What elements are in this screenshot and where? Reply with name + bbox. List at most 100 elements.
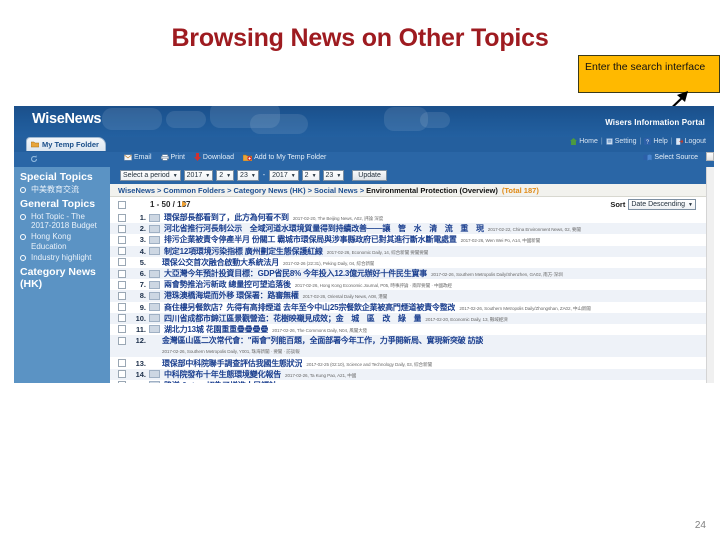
from-year-select[interactable]: 2017 ▼ [183,170,214,181]
nav-link-help[interactable]: ? Help [644,138,668,145]
nav-link-logout[interactable]: Logout [675,138,706,145]
from-month-select[interactable]: 2 ▼ [216,170,235,181]
breadcrumb-item-2[interactable]: Category News (HK) [233,186,305,195]
row-checkbox[interactable] [118,303,126,312]
row-title[interactable]: 河北省推行河長制公示 全域河道水環境質量得到持續改善——讓 管 水 清 流 重 … [164,223,484,234]
row-meta: 2017-02-25 (02:10), Science and Technolo… [306,361,432,367]
article-thumb-icon [149,360,158,366]
vertical-scrollbar[interactable] [706,167,714,383]
to-day-select[interactable]: 23 ▼ [322,170,345,181]
table-row[interactable]: 10. 四川省成都市錦江區景觀營造：花樹映襯見成效；金 城 區 改 綠 量 2017… [110,312,706,324]
home-icon [570,138,578,145]
table-row[interactable]: 7. 兩會勢推治污新政 總量控可望追落後 2017-02-26, Hong Kong… [110,279,706,290]
select-source-button[interactable]: Select Source [643,154,698,161]
action-add-to-temp-folder[interactable]: Add to My Temp Folder [243,154,326,161]
sort-select[interactable]: Date Descending ▼ [628,199,696,210]
table-row[interactable]: 9. 商住樓另餐飲店？先得有高排煙道 去年至今中山25宗餐飲企業被高門煙道被責令整… [110,302,706,313]
row-checkbox[interactable] [118,224,126,233]
row-title[interactable]: 制定12項環境污染指標 廣州劃定生態保護紅線 [164,246,323,257]
row-title[interactable]: 商住樓另餐飲店？先得有高排煙道 去年至今中山25宗餐飲企業被高門煙道被責令整改 [164,302,455,313]
row-checkbox[interactable] [118,291,126,300]
chevron-down-icon: ▼ [336,172,342,179]
my-temp-folder-tab[interactable]: My Temp Folder [26,137,106,151]
row-title[interactable]: 路洋 &gt; 一切為了增進人民福祉 [164,380,277,383]
row-checkbox[interactable] [118,247,126,256]
to-year-select[interactable]: 2017 ▼ [269,170,299,181]
wisenews-logo[interactable]: WiseNews [32,111,102,127]
article-thumb-icon [149,269,160,278]
row-checkbox[interactable] [118,359,126,368]
table-row[interactable]: 2. 河北省推行河長制公示 全域河道水環境質量得到持續改善——讓 管 水 清 流 … [110,223,706,235]
row-title[interactable]: 大亞灣今年預計投資目標：GDP省民8% 今年投入12.3億元辦好十件民生實事 [164,268,427,279]
nav-link-setting[interactable]: Setting [605,138,637,145]
row-checkbox[interactable] [118,269,126,278]
breadcrumb-current: Environmental Protection (Overview) [366,185,498,195]
period-preset-select[interactable]: Select a period ▼ [120,170,181,181]
table-row[interactable]: 8. 港珠澳橋海堤而外移 環保署：路審無權 2017-02-26, Oriental… [110,290,706,302]
row-checkbox[interactable] [118,213,126,222]
row-checkbox[interactable] [118,336,126,345]
from-day-select[interactable]: 23 ▼ [237,170,259,181]
action-email[interactable]: Email [124,154,152,161]
from-month-value: 2 [219,172,224,179]
table-row[interactable]: 6. 大亞灣今年預計投資目標：GDP省民8% 今年投入12.3億元辦好十件民生實事… [110,267,706,280]
row-title[interactable]: 環保部長都看到了，此方為何看不到 [164,212,289,223]
row-title[interactable]: 中科院發布十年生態環境變化報告 [164,369,281,380]
sidebar-item-general-0[interactable]: Hot Topic - The 2017-2018 Budget [20,212,105,231]
table-row[interactable]: 14. 中科院發布十年生態環境變化報告 2017-02-26, Ta Kung Pa… [110,368,706,380]
bullet-icon [20,213,26,220]
update-button[interactable]: Update [352,170,387,181]
row-number: 9. [139,302,146,312]
row-checkbox[interactable] [118,325,126,334]
my-temp-folder-label: My Temp Folder [42,140,99,149]
row-checkbox[interactable] [118,314,126,323]
action-download[interactable]: Download [193,153,234,161]
table-row[interactable]: 12. 金灣區山區二次常代會："兩會"列能百題，全面部署今年工作，力爭開新局、實現… [110,335,706,347]
row-title[interactable]: 港珠澳橋海堤而外移 環保署：路審無權 [164,290,299,301]
next-page-arrow-icon[interactable] [182,201,187,207]
scrollbar-up-button[interactable] [706,152,714,161]
row-number: 11. [135,324,146,334]
row-title[interactable]: 環保部中科院聯手調查評估我國生態狀況 [162,358,302,369]
row-number: 12. [135,336,146,346]
row-number: 15. [126,381,149,383]
select-all-checkbox[interactable] [118,201,126,209]
row-title[interactable]: 兩會勢推治污新政 總量控可望追落後 [164,279,291,290]
row-checkbox[interactable] [118,370,126,379]
article-thumb-icon [149,325,160,334]
sidebar-item-general-1[interactable]: Hong Kong Education [20,232,105,251]
table-row-continuation: 2017-02-26, Southern Metropolis Daily, Y… [110,346,706,358]
row-title[interactable]: 金灣區山區二次常代會："兩會"列能百題，全面部署今年工作，力爭開新局、實現新突破… [162,335,483,346]
sidebar-heading-general-topics[interactable]: General Topics [20,198,105,210]
row-checkbox[interactable] [118,235,126,244]
sidebar-item-special-0-label: 中美教育交流 [31,184,79,194]
row-title[interactable]: 湖北力13城 花園重重疊疊疊疊 [164,324,268,335]
row-title[interactable]: 排污企業被責令停產半月 份關工 霸城市環保局與涉事縣政府已對其進行斷水斷電處置 [164,234,457,245]
table-row[interactable]: 11. 湖北力13城 花園重重疊疊疊疊 2017-02-26, The Common… [110,324,706,335]
chevron-down-icon: ▼ [311,172,317,179]
row-checkbox[interactable] [118,280,126,289]
row-title[interactable]: 四川省成都市錦江區景觀營造：花樹映襯見成效；金 城 區 改 綠 量 [164,313,421,324]
breadcrumb-item-0[interactable]: WiseNews [118,186,155,195]
row-checkbox[interactable] [118,258,126,267]
sidebar-heading-special-topics[interactable]: Special Topics [20,171,105,183]
sidebar-item-general-2[interactable]: Industry highlight [20,253,105,263]
row-checkbox[interactable] [118,381,126,383]
row-number: 14. [135,369,146,379]
table-row[interactable]: 15.路洋 &gt; 一切為了增進人民福祉2017-02-26, Economi… [110,380,706,383]
to-month-select[interactable]: 2 ▼ [301,170,320,181]
nav-link-home[interactable]: Home [570,138,598,145]
breadcrumb-item-3[interactable]: Social News [314,186,358,195]
table-row[interactable]: 5. 環保公交首次融合啟動大系統法月 2017-02-26 (22:31), Pek… [110,257,706,268]
sidebar-heading-category-news[interactable]: Category News (HK) [20,266,105,290]
refresh-icon[interactable] [30,155,38,163]
row-title[interactable]: 環保公交首次融合啟動大系統法月 [162,257,279,268]
table-row[interactable]: 4. 制定12項環境污染指標 廣州劃定生態保護紅線 2017-02-26, Econ… [110,245,706,257]
sidebar-item-special-0[interactable]: 中美教育交流 [20,185,105,195]
action-print[interactable]: Print [160,154,185,161]
table-row[interactable]: 13. 環保部中科院聯手調查評估我國生態狀況 2017-02-25 (02:10),… [110,357,706,368]
from-day-value: 23 [240,172,248,179]
breadcrumb-item-1[interactable]: Common Folders [163,186,225,195]
table-row[interactable]: 1. 環保部長都看到了，此方為何看不到 2017-02-20, The Beijin… [110,212,706,223]
table-row[interactable]: 3. 排污企業被責令停產半月 份關工 霸城市環保局與涉事縣政府已對其進行斷水斷電處… [110,234,706,245]
